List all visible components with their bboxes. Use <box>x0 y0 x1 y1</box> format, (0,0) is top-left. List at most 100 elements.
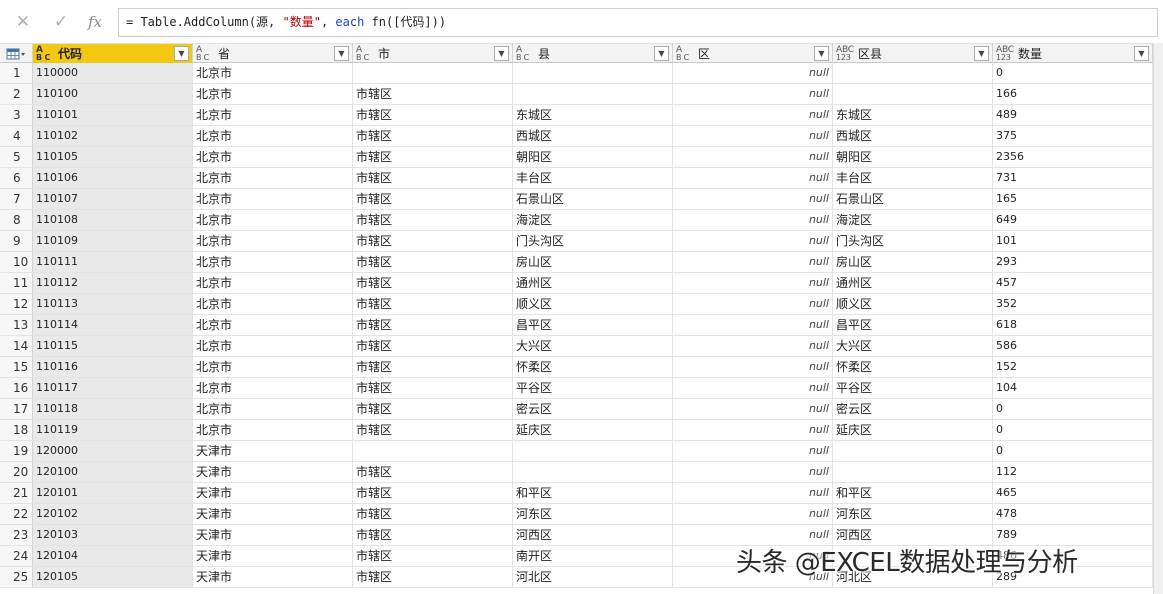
cell-county[interactable]: 河北区 <box>513 567 673 587</box>
check-icon[interactable]: ✓ <box>49 10 73 34</box>
cell-quantity[interactable]: 649 <box>993 210 1153 230</box>
cell-city[interactable]: 市辖区 <box>353 504 513 524</box>
row-number[interactable]: 17 <box>0 399 33 419</box>
cell-quantity[interactable]: 152 <box>993 357 1153 377</box>
cell-code[interactable]: 110106 <box>33 168 193 188</box>
cell-quantity[interactable]: 2356 <box>993 147 1153 167</box>
cell-quantity[interactable]: 0 <box>993 441 1153 461</box>
cell-district[interactable]: null <box>673 483 833 503</box>
cell-code[interactable]: 120103 <box>33 525 193 545</box>
cell-district[interactable]: null <box>673 399 833 419</box>
cell-code[interactable]: 110111 <box>33 252 193 272</box>
cell-county[interactable] <box>513 63 673 83</box>
cell-province[interactable]: 北京市 <box>193 336 353 356</box>
column-header-county[interactable]: AB C 县 ▼ <box>513 44 673 63</box>
row-number[interactable]: 16 <box>0 378 33 398</box>
table-row[interactable]: 19 120000 天津市 null 0 <box>0 441 1153 462</box>
fx-icon[interactable]: fx <box>83 10 107 34</box>
row-number[interactable]: 2 <box>0 84 33 104</box>
cell-county[interactable]: 怀柔区 <box>513 357 673 377</box>
cell-county[interactable] <box>513 84 673 104</box>
table-row[interactable]: 12 110113 北京市 市辖区 顺义区 null 顺义区 352 <box>0 294 1153 315</box>
cell-province[interactable]: 天津市 <box>193 462 353 482</box>
row-number[interactable]: 9 <box>0 231 33 251</box>
cell-quantity[interactable]: 457 <box>993 273 1153 293</box>
cell-county[interactable]: 石景山区 <box>513 189 673 209</box>
cell-province[interactable]: 北京市 <box>193 252 353 272</box>
table-row[interactable]: 1 110000 北京市 null 0 <box>0 63 1153 84</box>
cell-code[interactable]: 120101 <box>33 483 193 503</box>
table-row[interactable]: 22 120102 天津市 市辖区 河东区 null 河东区 478 <box>0 504 1153 525</box>
cell-province[interactable]: 北京市 <box>193 126 353 146</box>
row-number[interactable]: 13 <box>0 315 33 335</box>
cell-district[interactable]: null <box>673 315 833 335</box>
type-icon[interactable]: AB C <box>196 45 216 62</box>
row-number[interactable]: 5 <box>0 147 33 167</box>
cell-district[interactable]: null <box>673 441 833 461</box>
cell-code[interactable]: 110000 <box>33 63 193 83</box>
cell-district[interactable]: null <box>673 273 833 293</box>
cell-district-county[interactable]: 顺义区 <box>833 294 993 314</box>
cell-district-county[interactable]: 房山区 <box>833 252 993 272</box>
cell-city[interactable]: 市辖区 <box>353 126 513 146</box>
cell-city[interactable]: 市辖区 <box>353 273 513 293</box>
cell-district[interactable]: null <box>673 462 833 482</box>
cell-code[interactable]: 110114 <box>33 315 193 335</box>
cell-county[interactable]: 和平区 <box>513 483 673 503</box>
cell-city[interactable]: 市辖区 <box>353 315 513 335</box>
cell-county[interactable] <box>513 462 673 482</box>
table-row[interactable]: 7 110107 北京市 市辖区 石景山区 null 石景山区 165 <box>0 189 1153 210</box>
cell-county[interactable]: 朝阳区 <box>513 147 673 167</box>
table-row[interactable]: 2 110100 北京市 市辖区 null 166 <box>0 84 1153 105</box>
cell-quantity[interactable]: 166 <box>993 84 1153 104</box>
cell-district-county[interactable]: 海淀区 <box>833 210 993 230</box>
column-header-code[interactable]: AB C 代码 ▼ <box>33 44 193 63</box>
cell-district[interactable]: null <box>673 420 833 440</box>
cell-city[interactable]: 市辖区 <box>353 399 513 419</box>
cell-province[interactable]: 北京市 <box>193 147 353 167</box>
cell-district[interactable]: null <box>673 105 833 125</box>
row-number[interactable]: 7 <box>0 189 33 209</box>
cell-code[interactable]: 110118 <box>33 399 193 419</box>
row-number[interactable]: 15 <box>0 357 33 377</box>
cell-district[interactable]: null <box>673 231 833 251</box>
cell-city[interactable]: 市辖区 <box>353 189 513 209</box>
cell-code[interactable]: 120102 <box>33 504 193 524</box>
cell-county[interactable]: 延庆区 <box>513 420 673 440</box>
cell-quantity[interactable]: 352 <box>993 294 1153 314</box>
table-row[interactable]: 10 110111 北京市 市辖区 房山区 null 房山区 293 <box>0 252 1153 273</box>
cell-province[interactable]: 天津市 <box>193 567 353 587</box>
table-row[interactable]: 21 120101 天津市 市辖区 和平区 null 和平区 465 <box>0 483 1153 504</box>
row-number[interactable]: 1 <box>0 63 33 83</box>
cell-code[interactable]: 120000 <box>33 441 193 461</box>
cell-district[interactable]: null <box>673 504 833 524</box>
formula-input[interactable]: = Table.AddColumn(源, "数量", each fn([代码])… <box>118 8 1158 37</box>
scrollbar[interactable] <box>1153 43 1163 594</box>
cell-city[interactable]: 市辖区 <box>353 252 513 272</box>
cell-code[interactable]: 120100 <box>33 462 193 482</box>
cell-district-county[interactable]: 密云区 <box>833 399 993 419</box>
cell-province[interactable]: 北京市 <box>193 273 353 293</box>
cell-district[interactable]: null <box>673 336 833 356</box>
cell-city[interactable]: 市辖区 <box>353 336 513 356</box>
cell-county[interactable]: 房山区 <box>513 252 673 272</box>
cell-district-county[interactable]: 东城区 <box>833 105 993 125</box>
row-number[interactable]: 11 <box>0 273 33 293</box>
cell-province[interactable]: 天津市 <box>193 546 353 566</box>
cell-county[interactable]: 顺义区 <box>513 294 673 314</box>
cell-province[interactable]: 北京市 <box>193 357 353 377</box>
cell-province[interactable]: 北京市 <box>193 63 353 83</box>
cell-city[interactable]: 市辖区 <box>353 231 513 251</box>
cell-district-county[interactable]: 西城区 <box>833 126 993 146</box>
cell-district-county[interactable]: 门头沟区 <box>833 231 993 251</box>
cell-district[interactable]: null <box>673 189 833 209</box>
row-number[interactable]: 18 <box>0 420 33 440</box>
table-row[interactable]: 16 110117 北京市 市辖区 平谷区 null 平谷区 104 <box>0 378 1153 399</box>
table-row[interactable]: 15 110116 北京市 市辖区 怀柔区 null 怀柔区 152 <box>0 357 1153 378</box>
table-menu-button[interactable] <box>0 44 33 63</box>
cell-quantity[interactable]: 293 <box>993 252 1153 272</box>
cell-code[interactable]: 110119 <box>33 420 193 440</box>
cell-quantity[interactable]: 465 <box>993 483 1153 503</box>
cell-county[interactable]: 东城区 <box>513 105 673 125</box>
cell-quantity[interactable]: 104 <box>993 378 1153 398</box>
